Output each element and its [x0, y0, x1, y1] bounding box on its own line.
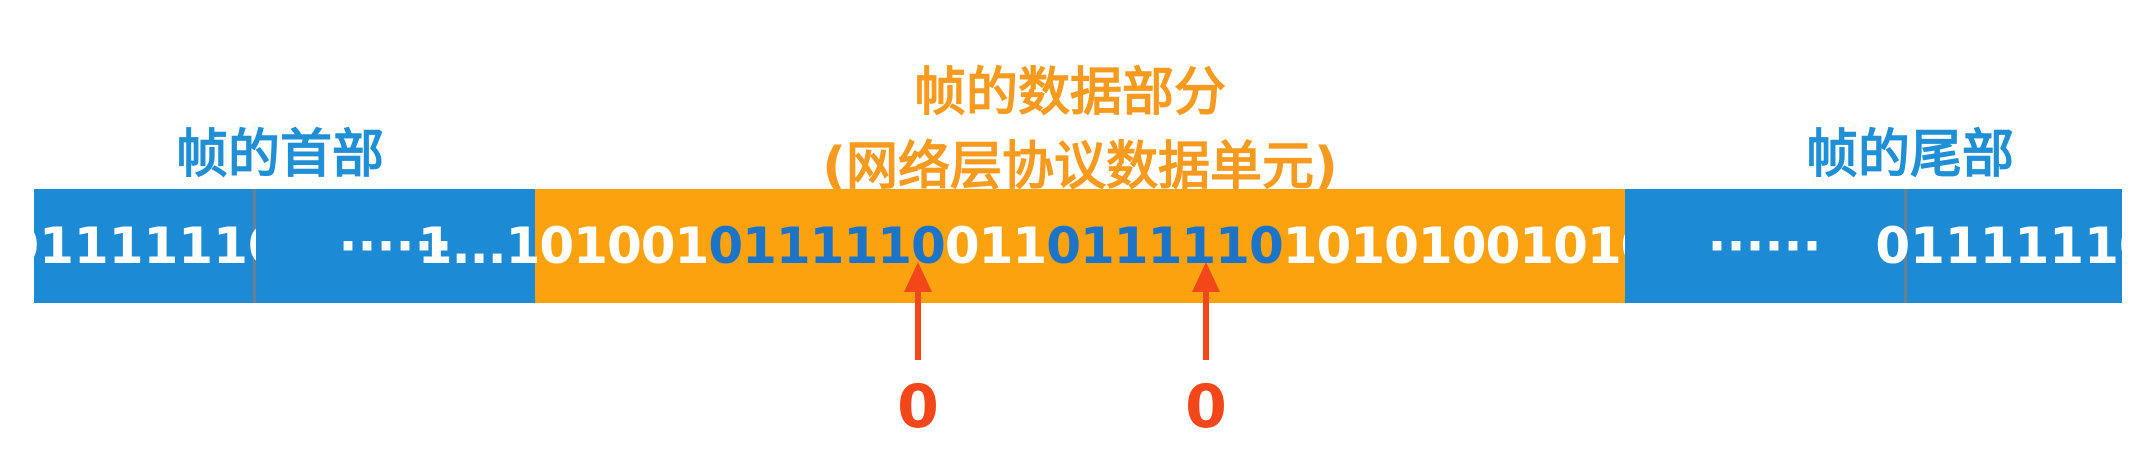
insert-arrow-icon — [903, 262, 933, 360]
inserted-zero-bit: 0 — [1185, 372, 1227, 442]
data-bits-segment: 1...101001 — [417, 217, 710, 275]
start-flag-cell: 01111110 — [4, 189, 283, 303]
trailer-ellipsis-cell: ······ — [1625, 189, 1907, 303]
frame-data-sublabel: (网络层协议数据单元) — [822, 137, 1338, 197]
frame-trailer-label: 帧的尾部 — [1805, 125, 2014, 185]
frame-data-label: 帧的数据部分 — [913, 63, 1226, 123]
stuffed-bits-segment: 0111110 — [1046, 217, 1284, 275]
end-flag-cell: 01111110 — [1875, 189, 2154, 303]
insert-arrow-icon — [1191, 262, 1221, 360]
ppp-frame: 01111110 ······ 1...101001 0111110 011 0111… — [4, 189, 2154, 303]
data-bits-segment: 011 — [944, 217, 1047, 275]
frame-header-label: 帧的首部 — [175, 125, 384, 185]
inserted-zero-bit: 0 — [897, 372, 939, 442]
data-field-cell: 1...101001 0111110 011 0111110 10101001010..… — [418, 189, 1743, 303]
